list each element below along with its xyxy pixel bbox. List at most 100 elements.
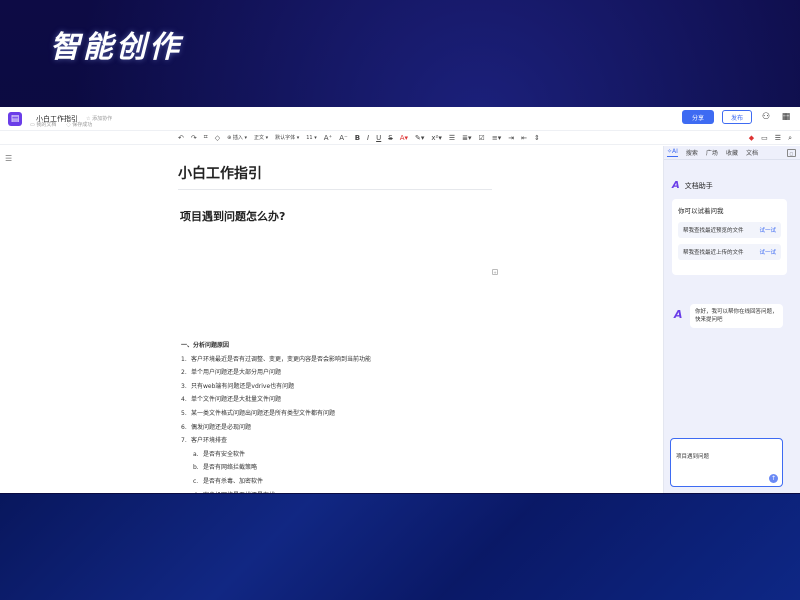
font-color-icon[interactable]: A▾ — [400, 134, 408, 142]
list-item: 3. 只有web端有问题还是vdrive也有问题 — [181, 381, 294, 390]
list-item: 2. 单个用户问题还是大部分用户问题 — [181, 367, 281, 376]
increase-font-icon[interactable]: A⁺ — [324, 134, 332, 142]
insert-menu[interactable]: ⊕ 插入 ▾ — [227, 134, 247, 141]
list-item: 7. 客户环境排查 — [181, 435, 227, 444]
list-marker: d. — [193, 492, 203, 493]
list-item: c. 是否有杀毒、加密软件 — [193, 476, 263, 485]
underline-icon[interactable]: U — [376, 134, 381, 142]
top-right-actions: 分享 发布 ⚇ ▦ — [682, 110, 792, 124]
tab-docs[interactable]: 文档 — [746, 148, 758, 157]
document-title: 小白工作指引 — [178, 163, 492, 190]
clear-format-icon[interactable]: ◇ — [215, 134, 220, 142]
breadcrumb[interactable]: ▭ 我的文档 — [30, 121, 56, 128]
send-button[interactable]: ↑ — [769, 474, 778, 483]
list-marker: 7. — [181, 437, 187, 445]
user-icon[interactable]: ⚇ — [760, 112, 772, 122]
undo-icon[interactable]: ↶ — [178, 134, 184, 142]
outline-icon[interactable]: ☰ — [775, 134, 781, 143]
list-item: d.客户机网络是无线还是有线 — [193, 490, 275, 493]
list-item: 4. 单个文件问题还是大批量文件问题 — [181, 394, 281, 403]
suggestion-title: 你可以试着问我 — [678, 207, 724, 215]
redo-icon[interactable]: ↷ — [191, 134, 197, 142]
app-logo-icon[interactable]: ▤ — [8, 111, 22, 126]
list-item: 6. 偶发问题还是必现问题 — [181, 422, 251, 431]
list-marker: 2. — [181, 369, 187, 377]
share-button[interactable]: 分享 — [682, 110, 714, 124]
assistant-title: 文档助手 — [684, 181, 713, 190]
list-marker: a. — [193, 450, 199, 458]
line-spacing-icon[interactable]: ⇕ — [534, 134, 540, 142]
suggestion-item[interactable]: 帮我查找最近上传的文件 试一试 — [678, 244, 781, 260]
line-text: 某一类文件格式问题出问题还是所有类型文件都有问题 — [191, 410, 336, 417]
tab-favorites[interactable]: 收藏 — [726, 148, 738, 157]
assistant-avatar-icon: A — [674, 308, 683, 321]
list-item: b. 是否有网络拦截策略 — [193, 462, 257, 471]
list-item: a. 是否有安全软件 — [193, 449, 245, 458]
paragraph-style-select[interactable]: 正文 ▾ — [254, 134, 268, 141]
bullet-list-icon[interactable]: ☰ — [449, 134, 455, 142]
toc-icon[interactable]: ☰ — [5, 154, 12, 163]
list-marker: 3. — [181, 382, 187, 390]
tab-ai[interactable]: ✧AI — [667, 148, 678, 157]
comment-icon[interactable]: ▭ — [761, 134, 768, 143]
line-text: 单个用户问题还是大部分用户问题 — [191, 369, 282, 377]
block-add-icon[interactable]: + — [492, 269, 498, 275]
list-marker: 1. — [181, 355, 187, 363]
suggestion-card: 你可以试着问我 帮我查找最近预览的文件 试一试 帮我查找最近上传的文件 试一试 — [672, 199, 787, 275]
try-button[interactable]: 试一试 — [759, 226, 776, 234]
bold-icon[interactable]: B — [355, 134, 360, 142]
list-item: 1. 客户环境最近是否有过调整、变更，变更内容是否会影响到当前功能 — [181, 354, 371, 363]
panel-tabs: ✧AI 搜索 广场 收藏 文档 — [664, 146, 800, 160]
eraser-icon[interactable]: ◆ — [749, 134, 754, 143]
line-text: 是否有杀毒、加密软件 — [203, 478, 264, 485]
banner-title: 智能创作 — [50, 30, 182, 65]
decrease-font-icon[interactable]: A⁻ — [339, 134, 347, 142]
line-text: 只有web端有问题还是vdrive也有问题 — [191, 382, 295, 390]
line-text: 客户机网络是无线还是有线 — [203, 492, 275, 493]
chat-input-box[interactable]: ↑ — [670, 438, 783, 487]
document-lines: 一、分析问题原因 1. 客户环境最近是否有过调整、变更，变更内容是否会影响到当前功能… — [0, 214, 660, 493]
top-bar: ▤ 小白工作指引 ☆ 添加协作 ▭ 我的文档 ◌ 保存成功 分享 发布 ⚇ ▦ — [0, 107, 800, 131]
apps-grid-icon[interactable]: ▦ — [780, 112, 792, 122]
highlight-icon[interactable]: ✎▾ — [415, 134, 424, 142]
collapse-panel-icon[interactable]: ▢ — [787, 149, 796, 157]
tab-square[interactable]: 广场 — [706, 148, 718, 157]
list-marker: 4. — [181, 396, 187, 404]
checklist-icon[interactable]: ☑ — [479, 134, 485, 142]
suggestion-item[interactable]: 帮我查找最近预览的文件 试一试 — [678, 222, 781, 238]
font-family-select[interactable]: 默认字体 ▾ — [275, 134, 299, 141]
line-text: 是否有安全软件 — [203, 450, 246, 458]
line-text: 客户环境排查 — [191, 437, 228, 445]
list-marker: 6. — [181, 423, 187, 431]
format-painter-icon[interactable]: ⌗ — [204, 133, 208, 142]
list-marker: b. — [193, 464, 199, 472]
tab-search[interactable]: 搜索 — [686, 148, 698, 157]
align-icon[interactable]: ≡▾ — [492, 134, 501, 142]
line-text: 是否有网络拦截策略 — [203, 464, 258, 472]
publish-button[interactable]: 发布 — [722, 110, 752, 124]
search-icon[interactable]: ⌕ — [788, 134, 792, 143]
try-button[interactable]: 试一试 — [759, 248, 776, 256]
chat-input[interactable] — [676, 453, 777, 459]
suggestion-question: 帮我查找最近上传的文件 — [683, 250, 744, 256]
section-heading: 一、分析问题原因 — [181, 340, 229, 349]
save-status: ◌ 保存成功 — [66, 122, 93, 128]
suggestion-question: 帮我查找最近预览的文件 — [683, 228, 744, 234]
strikethrough-icon[interactable]: S — [388, 134, 392, 142]
app-window: ▤ 小白工作指引 ☆ 添加协作 ▭ 我的文档 ◌ 保存成功 分享 发布 ⚇ ▦ … — [0, 107, 800, 493]
doc-subbar: ▭ 我的文档 ◌ 保存成功 — [30, 121, 92, 128]
line-text: 偶发问题还是必现问题 — [191, 423, 252, 431]
font-size-select[interactable]: 11 ▾ — [306, 135, 316, 141]
assistant-header: A 文档助手 — [672, 180, 713, 191]
list-item: 5. 某一类文件格式问题出问题还是所有类型文件都有问题 — [181, 408, 335, 417]
outdent-icon[interactable]: ⇤ — [521, 134, 527, 142]
indent-icon[interactable]: ⇥ — [508, 134, 514, 142]
line-text: 一、分析问题原因 — [181, 342, 230, 349]
background-bottom-band — [0, 494, 800, 600]
line-text: 客户环境最近是否有过调整、变更，变更内容是否会影响到当前功能 — [191, 355, 372, 363]
ai-assistant-panel: ✧AI 搜索 广场 收藏 文档 ▢ A 文档助手 你可以试着问我 帮我查找最近预… — [663, 146, 800, 493]
list-marker: 5. — [181, 410, 187, 417]
superscript-icon[interactable]: x²▾ — [431, 134, 441, 142]
italic-icon[interactable]: I — [367, 134, 369, 142]
numbered-list-icon[interactable]: ≣▾ — [462, 134, 471, 142]
